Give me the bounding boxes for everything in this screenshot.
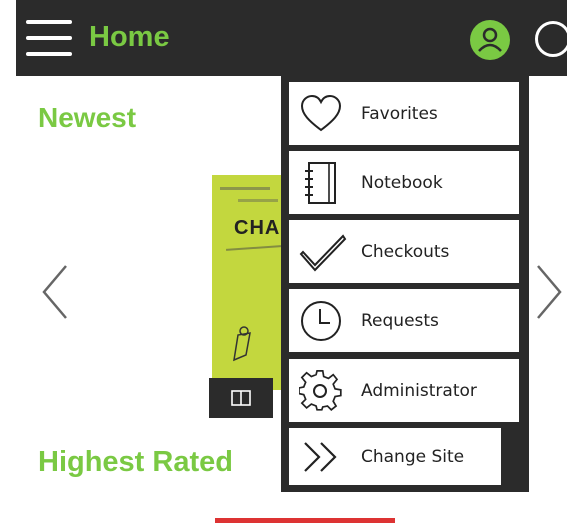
user-dropdown-menu: Favorites Notebook Checkouts Requests Ad… bbox=[281, 76, 529, 492]
search-icon[interactable] bbox=[535, 21, 567, 57]
chevron-right-icon[interactable] bbox=[534, 262, 564, 322]
section-title-highest-rated: Highest Rated bbox=[38, 446, 233, 478]
read-button[interactable] bbox=[209, 378, 273, 418]
menu-item-label: Change Site bbox=[361, 446, 465, 467]
chevron-left-icon[interactable] bbox=[40, 262, 70, 322]
next-item-strip bbox=[215, 518, 395, 523]
menu-item-label: Notebook bbox=[361, 172, 443, 193]
menu-item-administrator[interactable]: Administrator bbox=[289, 359, 519, 422]
menu-item-label: Favorites bbox=[361, 103, 438, 124]
user-avatar-button[interactable] bbox=[470, 20, 510, 60]
user-icon bbox=[478, 27, 502, 52]
notebook-icon bbox=[305, 161, 336, 204]
menu-item-checkouts[interactable]: Checkouts bbox=[289, 220, 519, 283]
gear-icon bbox=[299, 369, 342, 411]
menu-item-label: Administrator bbox=[361, 380, 477, 401]
double-chevron-right-icon bbox=[304, 441, 337, 472]
heart-icon bbox=[300, 94, 342, 131]
book-cover-text: CHA bbox=[234, 217, 281, 239]
menu-item-favorites[interactable]: Favorites bbox=[289, 82, 519, 145]
cover-illustration bbox=[233, 326, 251, 362]
hamburger-menu-icon[interactable] bbox=[26, 20, 72, 60]
app-header: Home bbox=[16, 0, 567, 76]
cover-decoration bbox=[220, 187, 270, 190]
clock-icon bbox=[301, 300, 341, 341]
menu-item-notebook[interactable]: Notebook bbox=[289, 151, 519, 214]
checkmark-icon bbox=[299, 233, 347, 271]
open-book-icon bbox=[231, 390, 251, 406]
book-cover[interactable]: CHA bbox=[212, 175, 287, 390]
menu-item-label: Requests bbox=[361, 310, 439, 331]
cover-decoration bbox=[225, 245, 282, 251]
page-title: Home bbox=[89, 21, 170, 53]
menu-item-requests[interactable]: Requests bbox=[289, 289, 519, 352]
menu-item-change-site[interactable]: Change Site bbox=[289, 428, 501, 485]
menu-item-label: Checkouts bbox=[361, 241, 450, 262]
cover-decoration bbox=[238, 199, 278, 202]
section-title-newest: Newest bbox=[38, 102, 137, 133]
